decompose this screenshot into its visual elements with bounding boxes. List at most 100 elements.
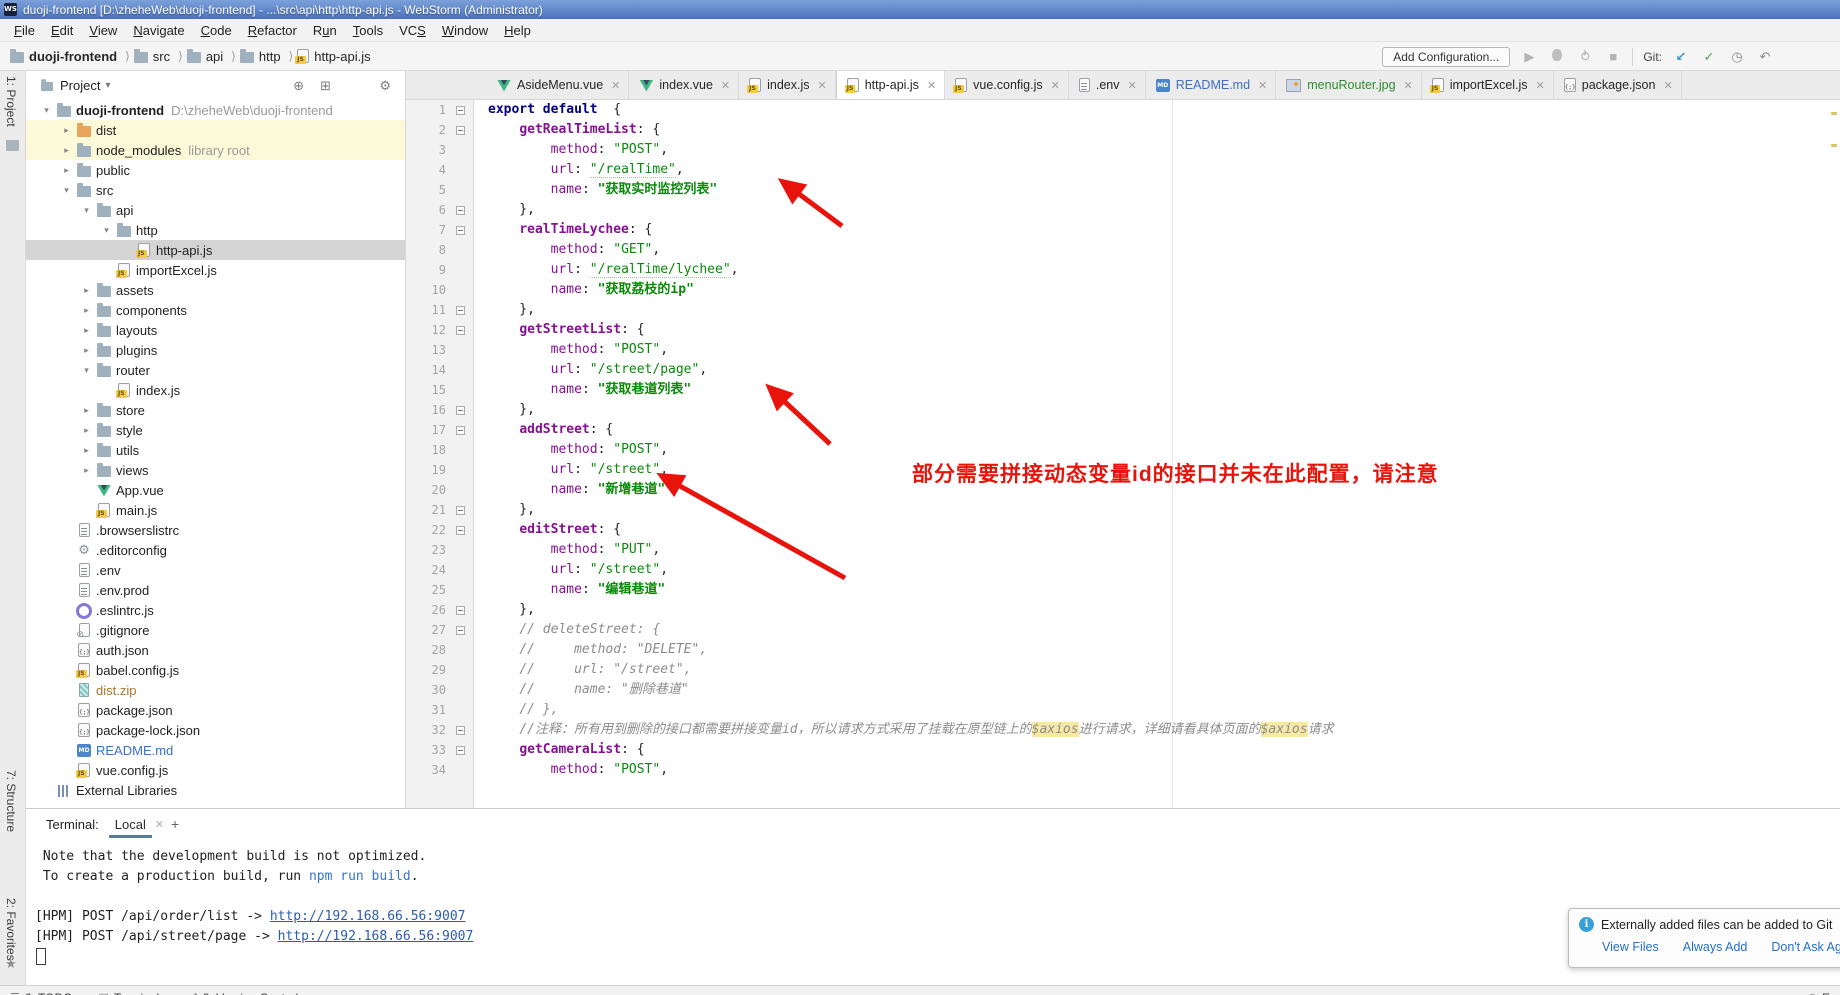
notification-balloon[interactable]: i Externally added files can be added to… xyxy=(1568,908,1840,968)
tree-item-style[interactable]: ▸style xyxy=(26,420,405,440)
tree-item-dist.zip[interactable]: dist.zip xyxy=(26,680,405,700)
tab-http-api.js[interactable]: http-api.js✕ xyxy=(836,71,945,99)
close-icon[interactable]: ✕ xyxy=(1051,79,1060,92)
menu-tools[interactable]: Tools xyxy=(345,23,391,38)
tree-item-package.json[interactable]: package.json xyxy=(26,700,405,720)
chevron-right-icon[interactable]: ▸ xyxy=(77,405,96,416)
tree-item-vue.config.js[interactable]: vue.config.js xyxy=(26,760,405,780)
tree-item-dist[interactable]: ▸dist xyxy=(26,120,405,140)
fold-end-icon[interactable] xyxy=(456,406,465,415)
tree-item-babel.config.js[interactable]: babel.config.js xyxy=(26,660,405,680)
fold-collapse-icon[interactable] xyxy=(456,106,465,115)
tab-.env[interactable]: .env✕ xyxy=(1069,71,1146,99)
tree-item-main.js[interactable]: main.js xyxy=(26,500,405,520)
editor-gutter[interactable]: 1234567891011121314151617181920212223242… xyxy=(406,100,474,808)
breadcrumb-item-api[interactable]: api xyxy=(187,49,223,64)
run-icon[interactable]: ▶ xyxy=(1520,49,1538,65)
chevron-down-icon[interactable]: ▾ xyxy=(77,205,96,216)
code-editor[interactable]: 1234567891011121314151617181920212223242… xyxy=(406,100,1840,808)
menu-code[interactable]: Code xyxy=(193,23,240,38)
chevron-right-icon[interactable]: ▸ xyxy=(77,325,96,336)
tab-vue.config.js[interactable]: vue.config.js✕ xyxy=(945,71,1069,99)
breadcrumb-item-duoji-frontend[interactable]: duoji-frontend xyxy=(10,49,117,64)
breadcrumb-item-src[interactable]: src xyxy=(134,49,170,64)
terminal-cursor[interactable] xyxy=(36,948,46,965)
tree-item-index.js[interactable]: index.js xyxy=(26,380,405,400)
fold-end-icon[interactable] xyxy=(456,726,465,735)
tree-item-.gitignore[interactable]: .gitignore xyxy=(26,620,405,640)
stop-icon[interactable]: ■ xyxy=(1604,49,1622,64)
fold-collapse-icon[interactable] xyxy=(456,526,465,535)
fold-end-icon[interactable] xyxy=(456,606,465,615)
close-icon[interactable]: ✕ xyxy=(155,818,164,831)
tree-item-package-lock.json[interactable]: package-lock.json xyxy=(26,720,405,740)
tree-item-store[interactable]: ▸store xyxy=(26,400,405,420)
tree-item-plugins[interactable]: ▸plugins xyxy=(26,340,405,360)
statusbar-6-todo[interactable]: ☰6: TODO xyxy=(10,991,72,995)
tree-item-.eslintrc.js[interactable]: .eslintrc.js xyxy=(26,600,405,620)
fold-end-icon[interactable] xyxy=(456,306,465,315)
fold-collapse-icon[interactable] xyxy=(456,326,465,335)
breadcrumb-item-http-api.js[interactable]: http-api.js xyxy=(297,49,370,64)
chevron-right-icon[interactable]: ▸ xyxy=(77,465,96,476)
tab-importExcel.js[interactable]: importExcel.js✕ xyxy=(1422,71,1554,99)
tree-item-duoji-frontend[interactable]: ▾duoji-frontendD:\zheheWeb\duoji-fronten… xyxy=(26,100,405,120)
chevron-down-icon[interactable]: ▾ xyxy=(37,105,56,116)
close-icon[interactable]: ✕ xyxy=(721,79,730,92)
menu-view[interactable]: View xyxy=(81,23,125,38)
close-icon[interactable]: ✕ xyxy=(1663,79,1672,92)
revert-icon[interactable]: ↶ xyxy=(1756,49,1774,65)
tree-item-src[interactable]: ▾src xyxy=(26,180,405,200)
tree-item-public[interactable]: ▸public xyxy=(26,160,405,180)
menu-help[interactable]: Help xyxy=(496,23,539,38)
menu-edit[interactable]: Edit xyxy=(43,23,81,38)
tree-item-http[interactable]: ▾http xyxy=(26,220,405,240)
fold-end-icon[interactable] xyxy=(456,506,465,515)
chevron-right-icon[interactable]: ▸ xyxy=(77,425,96,436)
breadcrumb-item-http[interactable]: http xyxy=(240,49,281,64)
chevron-right-icon[interactable]: ▸ xyxy=(77,285,96,296)
tree-item-.editorconfig[interactable]: ⚙.editorconfig xyxy=(26,540,405,560)
tree-item-views[interactable]: ▸views xyxy=(26,460,405,480)
tree-item-api[interactable]: ▾api xyxy=(26,200,405,220)
tab-index.js[interactable]: index.js✕ xyxy=(739,71,836,99)
tree-item-.env[interactable]: .env xyxy=(26,560,405,580)
close-icon[interactable]: ✕ xyxy=(1536,79,1545,92)
tree-item-http-api.js[interactable]: http-api.js xyxy=(26,240,405,260)
menu-vcs[interactable]: VCS xyxy=(391,23,434,38)
tab-README.md[interactable]: MDREADME.md✕ xyxy=(1146,71,1277,99)
tab-AsideMenu.vue[interactable]: AsideMenu.vue✕ xyxy=(487,71,629,99)
tree-item-assets[interactable]: ▸assets xyxy=(26,280,405,300)
tree-item-router[interactable]: ▾router xyxy=(26,360,405,380)
collapse-all-icon[interactable]: ⊞ xyxy=(320,78,331,94)
fold-collapse-icon[interactable] xyxy=(456,746,465,755)
chevron-down-icon[interactable]: ▾ xyxy=(105,80,110,91)
menu-window[interactable]: Window xyxy=(434,23,496,38)
tree-item-auth.json[interactable]: auth.json xyxy=(26,640,405,660)
tree-item-.env.prod[interactable]: .env.prod xyxy=(26,580,405,600)
chevron-right-icon[interactable]: ▸ xyxy=(77,305,96,316)
chevron-down-icon[interactable]: ▾ xyxy=(97,225,116,236)
close-icon[interactable]: ✕ xyxy=(611,79,620,92)
menu-navigate[interactable]: Navigate xyxy=(125,23,192,38)
statusbar-terminal[interactable]: ▣Terminal xyxy=(98,991,159,995)
close-icon[interactable]: ✕ xyxy=(818,79,827,92)
chevron-right-icon[interactable]: ▸ xyxy=(77,445,96,456)
tab-package.json[interactable]: package.json✕ xyxy=(1554,71,1682,99)
notification-action-don-t-ask-again[interactable]: Don't Ask Again xyxy=(1771,940,1840,954)
tree-item-layouts[interactable]: ▸layouts xyxy=(26,320,405,340)
fold-collapse-icon[interactable] xyxy=(456,226,465,235)
project-panel-header[interactable]: Project ▾ ⊕ ⊞ ⚙ xyxy=(26,71,405,100)
statusbar-9-version-control[interactable]: ⎇9: Version Control xyxy=(185,991,298,995)
chevron-right-icon[interactable]: ▸ xyxy=(57,145,76,156)
close-icon[interactable]: ✕ xyxy=(927,79,936,92)
fold-collapse-icon[interactable] xyxy=(456,626,465,635)
chevron-down-icon[interactable]: ▾ xyxy=(57,185,76,196)
close-icon[interactable]: ✕ xyxy=(1128,79,1137,92)
add-configuration-button[interactable]: Add Configuration... xyxy=(1382,47,1510,67)
terminal-tab-local[interactable]: Local xyxy=(113,813,148,836)
menu-run[interactable]: Run xyxy=(305,23,345,38)
tree-item-node_modules[interactable]: ▸node_moduleslibrary root xyxy=(26,140,405,160)
tree-item-importExcel.js[interactable]: importExcel.js xyxy=(26,260,405,280)
commit-icon[interactable]: ✓ xyxy=(1700,49,1718,65)
